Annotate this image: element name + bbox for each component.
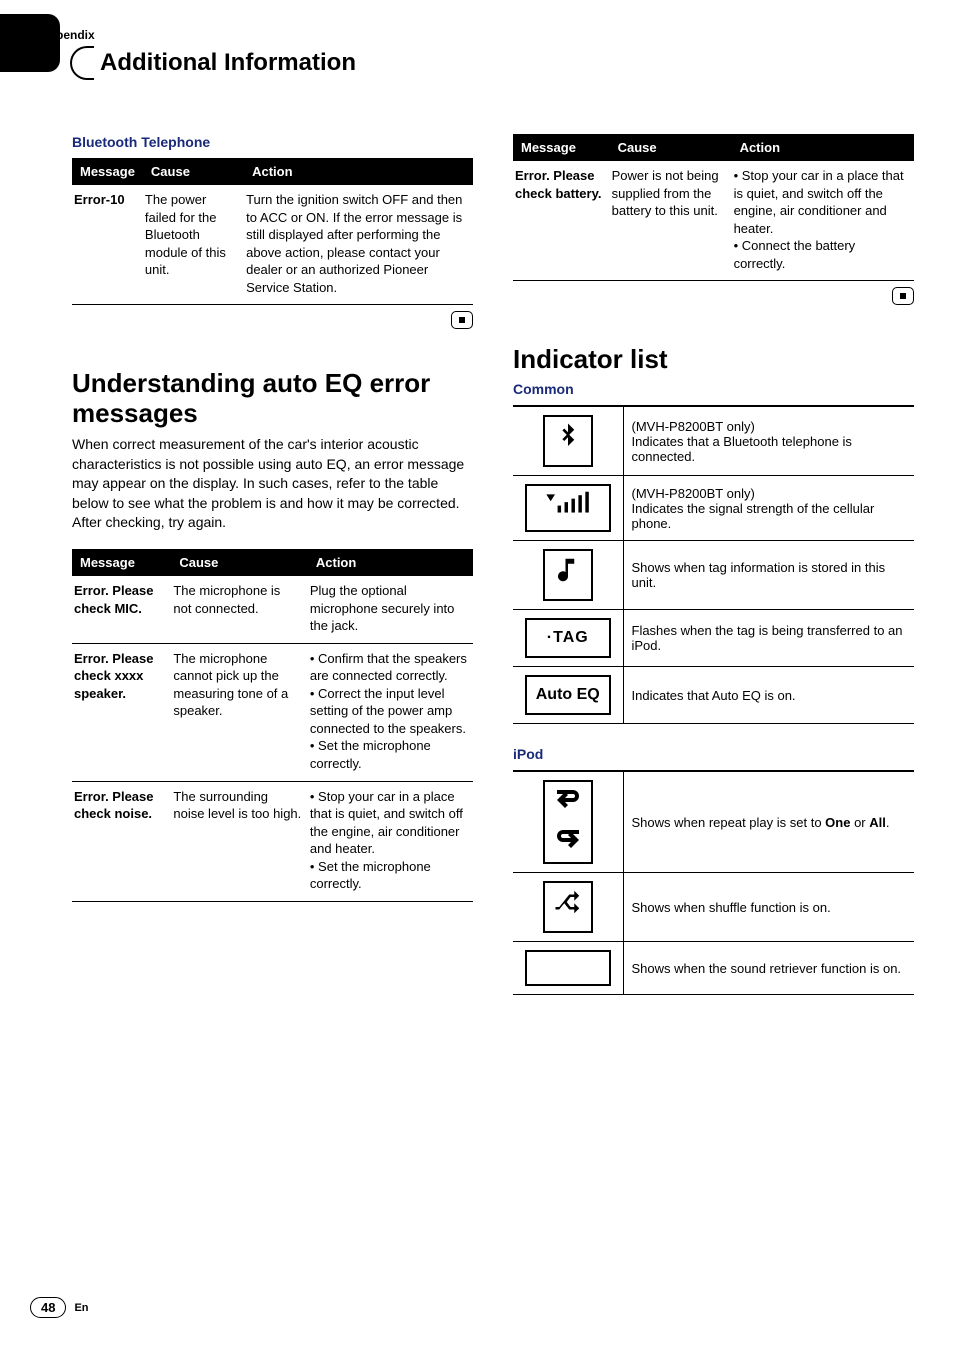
shuffle-icon — [543, 881, 593, 933]
indicator-row: Shows when shuffle function is on. — [513, 873, 914, 942]
indicator-desc: Shows when shuffle function is on. — [623, 873, 914, 942]
autoeq-err-body: When correct measurement of the car's in… — [72, 435, 473, 533]
autoeq-icon: Auto EQ — [525, 675, 611, 715]
autoeq-err-heading: Understanding auto EQ error messages — [72, 369, 473, 429]
autoeq-table: Message Cause Action Error. Please check… — [72, 549, 473, 902]
page-footer: 48 En — [30, 1297, 89, 1318]
th-cause: Cause — [610, 134, 732, 161]
ipod-heading: iPod — [513, 746, 914, 762]
page-number: 48 — [30, 1297, 66, 1318]
cell-message: Error-10 — [72, 185, 143, 305]
indicator-row: Shows when tag information is stored in … — [513, 541, 914, 610]
cell-message: Error. Please check noise. — [72, 781, 171, 901]
cell-cause: The microphone is not connected. — [171, 576, 308, 643]
th-action: Action — [308, 549, 473, 576]
desc-text: Shows when repeat play is set to — [632, 815, 826, 830]
cell-message: Error. Please check battery. — [513, 161, 610, 281]
th-message: Message — [72, 158, 143, 185]
cell-action: • Confirm that the speakers are connecte… — [308, 643, 473, 781]
bluetooth-table: Message Cause Action Error-10 The power … — [72, 158, 473, 305]
bold-all: All — [869, 815, 886, 830]
indicator-desc: Flashes when the tag is being transferre… — [623, 610, 914, 667]
common-indicator-table: (MVH-P8200BT only) Indicates that a Blue… — [513, 405, 914, 724]
title-ornament — [70, 46, 94, 80]
cell-message: Error. Please check MIC. — [72, 576, 171, 643]
tag-icon: ·TAG — [525, 618, 611, 658]
indicator-row: (MVH-P8200BT only) Indicates that a Blue… — [513, 406, 914, 476]
indicator-row: Shows when repeat play is set to One or … — [513, 771, 914, 873]
cell-cause: Power is not being supplied from the bat… — [610, 161, 732, 281]
th-message: Message — [513, 134, 610, 161]
battery-table: Message Cause Action Error. Please check… — [513, 134, 914, 281]
bold-one: One — [825, 815, 850, 830]
section-end-icon — [451, 311, 473, 329]
th-cause: Cause — [171, 549, 308, 576]
bluetooth-icon — [543, 415, 593, 467]
autoeq-label: Auto EQ — [536, 686, 600, 703]
cell-cause: The surrounding noise level is too high. — [171, 781, 308, 901]
indicator-desc: Shows when the sound retriever function … — [623, 942, 914, 995]
cell-cause: The power failed for the Bluetooth modul… — [143, 185, 244, 305]
indicator-desc: (MVH-P8200BT only) Indicates the signal … — [623, 476, 914, 541]
table-row: Error. Please check xxxx speaker. The mi… — [72, 643, 473, 781]
indicator-row: Auto EQ Indicates that Auto EQ is on. — [513, 667, 914, 724]
page-title: Additional Information — [100, 49, 356, 77]
common-heading: Common — [513, 381, 914, 397]
ipod-indicator-table: Shows when repeat play is set to One or … — [513, 770, 914, 995]
repeat-icon — [543, 780, 593, 864]
cell-cause: The microphone cannot pick up the measur… — [171, 643, 308, 781]
signal-icon — [525, 484, 611, 532]
bluetooth-heading: Bluetooth Telephone — [72, 134, 473, 150]
indicator-desc: (MVH-P8200BT only) Indicates that a Blue… — [623, 406, 914, 476]
cell-action: Plug the optional microphone securely in… — [308, 576, 473, 643]
table-row: Error. Please check MIC. The microphone … — [72, 576, 473, 643]
tag-label: ·TAG — [547, 629, 589, 646]
table-row: Error-10 The power failed for the Blueto… — [72, 185, 473, 305]
indicator-row: (MVH-P8200BT only) Indicates the signal … — [513, 476, 914, 541]
indicator-desc: Indicates that Auto EQ is on. — [623, 667, 914, 724]
section-end-icon — [892, 287, 914, 305]
indicator-list-heading: Indicator list — [513, 345, 914, 375]
th-cause: Cause — [143, 158, 244, 185]
indicator-row: ·TAG Flashes when the tag is being trans… — [513, 610, 914, 667]
music-note-icon — [543, 549, 593, 601]
th-action: Action — [244, 158, 473, 185]
appendix-label: Appendix — [40, 28, 914, 42]
table-row: Error. Please check battery. Power is no… — [513, 161, 914, 281]
indicator-desc: Shows when repeat play is set to One or … — [623, 771, 914, 873]
cell-action: Turn the ignition switch OFF and then to… — [244, 185, 473, 305]
blank-icon — [525, 950, 611, 986]
cell-message: Error. Please check xxxx speaker. — [72, 643, 171, 781]
cell-action: • Stop your car in a place that is quiet… — [732, 161, 914, 281]
language-label: En — [74, 1302, 88, 1314]
indicator-row: Shows when the sound retriever function … — [513, 942, 914, 995]
th-action: Action — [732, 134, 914, 161]
indicator-desc: Shows when tag information is stored in … — [623, 541, 914, 610]
desc-suffix: . — [886, 815, 890, 830]
title-tab — [0, 14, 60, 72]
title-bar: Additional Information — [40, 44, 914, 94]
cell-action: • Stop your car in a place that is quiet… — [308, 781, 473, 901]
th-message: Message — [72, 549, 171, 576]
desc-mid: or — [850, 815, 869, 830]
table-row: Error. Please check noise. The surroundi… — [72, 781, 473, 901]
